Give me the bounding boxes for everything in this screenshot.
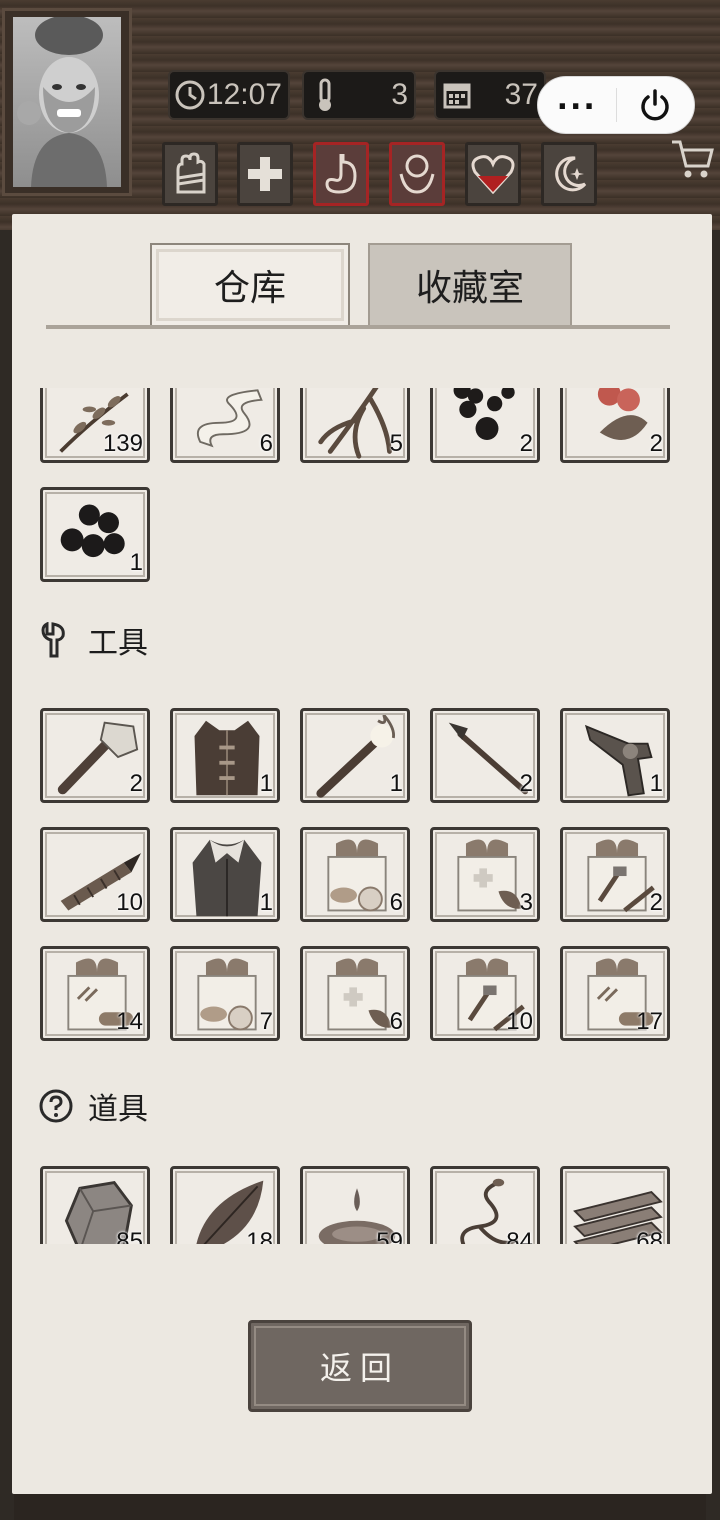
- inventory-slot[interactable]: 1: [560, 708, 670, 803]
- close-power-button[interactable]: [617, 87, 695, 123]
- time-value: 12:07: [206, 78, 282, 111]
- inventory-slot[interactable]: 6: [300, 827, 410, 922]
- wrench-icon: [38, 622, 74, 658]
- temperature-value: 3: [391, 78, 408, 111]
- item-quantity: 10: [116, 889, 143, 916]
- item-quantity: 18: [246, 1228, 273, 1244]
- inventory-slot[interactable]: 68: [560, 1166, 670, 1244]
- inventory-slot[interactable]: 14: [40, 946, 150, 1041]
- inventory-slot[interactable]: 18: [170, 1166, 280, 1244]
- day-value: 37: [504, 78, 538, 111]
- inventory-slot[interactable]: 139: [40, 388, 150, 463]
- health-category-button[interactable]: [465, 142, 521, 206]
- stomach-icon: [325, 154, 357, 194]
- inventory-slot[interactable]: 84: [430, 1166, 540, 1244]
- shop-cart-button[interactable]: [670, 138, 714, 184]
- tools-section-header: 工具: [38, 618, 148, 662]
- inventory-scroll-area[interactable]: 139 6 5 2 2 1 工具 2 1 1 2 1 10 1 6 3 2 14 7 6 10 17 道具 85 18 5…: [12, 388, 712, 1244]
- item-quantity: 1: [389, 770, 403, 797]
- inventory-slot[interactable]: 2: [430, 708, 540, 803]
- inventory-slot[interactable]: 85: [40, 1166, 150, 1244]
- item-quantity: 2: [519, 430, 533, 457]
- inventory-slot[interactable]: 7: [170, 946, 280, 1041]
- more-menu-button[interactable]: ...: [538, 85, 616, 115]
- item-quantity: 7: [259, 1008, 273, 1035]
- clock-icon: [174, 78, 207, 112]
- inventory-slot[interactable]: 59: [300, 1166, 410, 1244]
- item-quantity: 2: [649, 430, 663, 457]
- medical-category-button[interactable]: [237, 142, 293, 206]
- item-quantity: 6: [259, 430, 273, 457]
- bandage-category-button[interactable]: [162, 142, 218, 206]
- tab-collection[interactable]: 收藏室: [368, 243, 572, 327]
- inventory-slot[interactable]: 2: [40, 708, 150, 803]
- props-section-title: 道具: [88, 1092, 148, 1127]
- moon-star-icon: [555, 156, 587, 192]
- inventory-slot[interactable]: 10: [40, 827, 150, 922]
- item-quantity: 6: [389, 1008, 403, 1035]
- item-quantity: 14: [116, 1008, 143, 1035]
- inventory-slot[interactable]: 5: [300, 388, 410, 463]
- inventory-slot[interactable]: 2: [560, 388, 670, 463]
- inventory-slot[interactable]: 17: [560, 946, 670, 1041]
- inventory-slot[interactable]: 1: [40, 487, 150, 582]
- sleep-category-button[interactable]: [541, 142, 597, 206]
- inventory-slot[interactable]: 2: [430, 388, 540, 463]
- inventory-slot[interactable]: 1: [170, 827, 280, 922]
- inventory-slot[interactable]: 1: [300, 708, 410, 803]
- item-quantity: 6: [389, 889, 403, 916]
- character-portrait-frame[interactable]: [2, 8, 132, 196]
- item-quantity: 1: [649, 770, 663, 797]
- day-display: 37: [434, 70, 546, 120]
- inventory-slot[interactable]: 2: [560, 827, 670, 922]
- stomach-category-button[interactable]: [313, 142, 369, 206]
- calendar-icon: [440, 78, 474, 112]
- brain-hands-icon: [399, 154, 435, 194]
- item-quantity: 10: [506, 1008, 533, 1035]
- item-quantity: 1: [129, 549, 143, 576]
- question-circle-icon: [38, 1088, 74, 1124]
- hand-bandage-icon: [176, 152, 206, 194]
- inventory-slot[interactable]: 1: [170, 708, 280, 803]
- inventory-slot[interactable]: 6: [300, 946, 410, 1041]
- item-quantity: 1: [259, 889, 273, 916]
- item-quantity: 2: [649, 889, 663, 916]
- inventory-slot[interactable]: 10: [430, 946, 540, 1041]
- item-quantity: 68: [636, 1228, 663, 1244]
- time-display: 12:07: [168, 70, 290, 120]
- item-quantity: 85: [116, 1228, 143, 1244]
- item-quantity: 3: [519, 889, 533, 916]
- avatar: [13, 17, 121, 187]
- inventory-slot[interactable]: 6: [170, 388, 280, 463]
- back-button[interactable]: 返回: [248, 1320, 472, 1412]
- item-quantity: 1: [259, 770, 273, 797]
- item-quantity: 17: [636, 1008, 663, 1035]
- mind-category-button[interactable]: [389, 142, 445, 206]
- tools-section-title: 工具: [88, 626, 148, 661]
- thermometer-icon: [308, 78, 342, 112]
- item-quantity: 5: [389, 430, 403, 457]
- temperature-display: 3: [302, 70, 416, 120]
- shopping-cart-icon: [672, 140, 714, 178]
- power-icon: [641, 89, 669, 121]
- mini-program-capsule: ...: [537, 76, 695, 134]
- item-quantity: 2: [519, 770, 533, 797]
- plus-cross-icon: [248, 157, 282, 191]
- tab-divider: [46, 325, 670, 329]
- heart-icon: [471, 155, 515, 194]
- inventory-slot[interactable]: 3: [430, 827, 540, 922]
- item-quantity: 139: [102, 430, 143, 457]
- props-section-header: 道具: [38, 1084, 148, 1128]
- item-quantity: 59: [376, 1228, 403, 1244]
- item-quantity: 2: [129, 770, 143, 797]
- tab-warehouse[interactable]: 仓库: [150, 243, 350, 327]
- item-quantity: 84: [506, 1228, 533, 1244]
